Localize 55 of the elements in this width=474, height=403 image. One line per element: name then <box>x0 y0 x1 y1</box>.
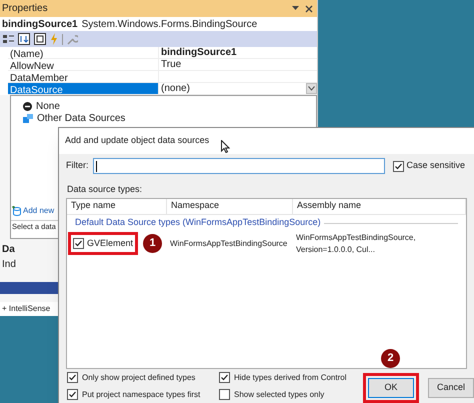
dropdown-button[interactable] <box>306 83 317 94</box>
list-label: Data source types: <box>66 183 144 196</box>
data-sources-icon <box>23 114 33 122</box>
dialog-title: Add and update object data sources <box>65 134 210 148</box>
checkbox[interactable] <box>67 372 78 383</box>
properties-icon[interactable] <box>34 33 46 45</box>
checkbox[interactable] <box>67 389 78 400</box>
add-new-link[interactable]: Add new <box>23 205 54 217</box>
group-header: Default Data Source types (WinFormsAppTestBindingSource) <box>75 216 321 230</box>
property-name: DataSource <box>8 83 158 94</box>
type-name-cell[interactable]: GVElement <box>68 232 138 256</box>
property-row[interactable]: (Name) bindingSource1 <box>8 47 317 59</box>
step-badge: 1 <box>143 234 162 253</box>
option-label: Put project namespace types first <box>82 388 200 400</box>
object-selector[interactable]: bindingSource1 System.Windows.Forms.BindingSource <box>0 17 317 31</box>
checkbox[interactable] <box>73 238 84 249</box>
property-value: (none) <box>161 82 190 96</box>
database-add-icon <box>12 206 21 216</box>
checkbox[interactable] <box>219 372 230 383</box>
dropdown-item[interactable]: None <box>23 100 316 112</box>
assembly-cell-text: WinFormsAppTestBindingSource, Version=1.0.0.0, Cul... <box>295 232 417 256</box>
object-name: bindingSource1 <box>2 18 78 32</box>
panel-title: Properties <box>2 2 48 16</box>
dialog-button[interactable]: Cancel <box>428 378 474 398</box>
dropdown-icon[interactable] <box>292 6 299 11</box>
property-name: AllowNew <box>9 60 55 70</box>
checkbox[interactable] <box>392 160 404 172</box>
object-type: System.Windows.Forms.BindingSource <box>82 18 258 32</box>
namespace-cell-text: WinFormsAppTestBindingSource <box>169 238 288 250</box>
intellisense-label[interactable]: + IntelliSense <box>2 303 50 315</box>
option-label: Show selected types only <box>234 388 324 400</box>
case-sensitive-label: Case sensitive <box>406 159 466 172</box>
description-text: Ind <box>2 258 16 272</box>
checkbox[interactable] <box>219 389 230 400</box>
property-value: bindingSource1 <box>161 46 237 60</box>
property-row[interactable]: AllowNew True <box>8 59 317 71</box>
option-label: Only show project defined types <box>82 372 196 384</box>
property-name: DataMember <box>9 72 69 82</box>
filter-field[interactable] <box>92 158 384 174</box>
dropdown-item-label: Other Data Sources <box>37 112 126 126</box>
property-name: (Name) <box>9 48 44 58</box>
filter-label: Filter: <box>66 159 88 172</box>
column-header[interactable]: Assembly name <box>293 198 466 214</box>
no-entry-icon <box>23 102 32 110</box>
dropdown-item-label: None <box>36 100 60 114</box>
dropdown-item[interactable]: Other Data Sources <box>23 112 316 124</box>
close-icon[interactable] <box>305 4 313 12</box>
categorized-icon[interactable] <box>3 34 14 44</box>
sort-icon[interactable] <box>18 33 30 45</box>
column-header[interactable]: Type name <box>67 198 167 214</box>
column-header[interactable]: Namespace <box>167 198 293 214</box>
description-title: Da <box>2 243 15 257</box>
option-label: Hide types derived from Control <box>234 372 346 384</box>
dialog-button[interactable]: OK <box>368 378 414 398</box>
property-value: True <box>161 58 182 72</box>
